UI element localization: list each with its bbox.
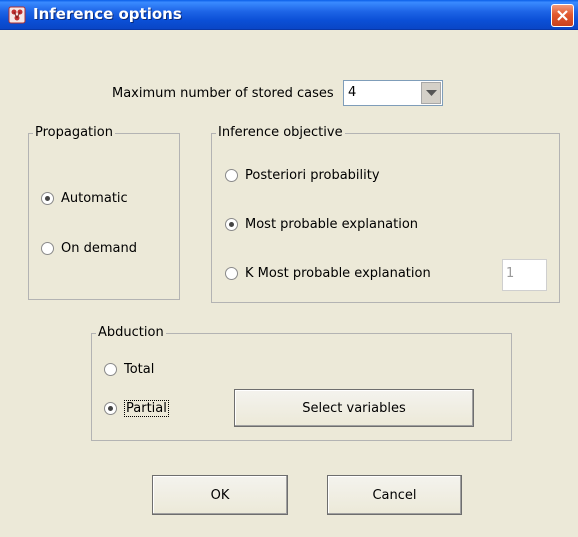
radio-partial-label: Partial <box>124 400 169 417</box>
radio-button[interactable] <box>41 242 54 255</box>
radio-automatic[interactable]: Automatic <box>41 191 128 206</box>
radio-button[interactable] <box>225 267 238 280</box>
k-value-input[interactable]: 1 <box>502 259 547 291</box>
title-bar[interactable]: Inference options <box>0 0 578 30</box>
propagation-group: Propagation <box>28 125 180 300</box>
radio-total-label: Total <box>124 362 155 377</box>
radio-button[interactable] <box>104 363 117 376</box>
close-button[interactable] <box>551 4 574 27</box>
radio-button[interactable] <box>225 169 238 182</box>
radio-automatic-label: Automatic <box>61 191 128 206</box>
radio-total[interactable]: Total <box>104 362 154 377</box>
stored-cases-label: Maximum number of stored cases <box>112 86 334 101</box>
radio-on-demand[interactable]: On demand <box>41 241 137 256</box>
propagation-title: Propagation <box>33 125 115 140</box>
radio-mpe-label: Most probable explanation <box>245 217 419 232</box>
chevron-down-icon <box>426 90 437 96</box>
dropdown-button[interactable] <box>421 82 441 104</box>
radio-k-most-probable-explanation[interactable]: K Most probable explanation <box>225 266 431 281</box>
stored-cases-value: 4 <box>348 85 357 100</box>
radio-button[interactable] <box>104 402 117 415</box>
radio-posteriori-probability[interactable]: Posteriori probability <box>225 168 380 183</box>
window-title: Inference options <box>33 5 182 23</box>
inference-options-dialog: Inference options Maximum number of stor… <box>0 0 578 537</box>
radio-most-probable-explanation[interactable]: Most probable explanation <box>225 217 418 232</box>
inference-objective-title: Inference objective <box>216 125 345 140</box>
stored-cases-select[interactable]: 4 <box>343 80 443 106</box>
radio-button[interactable] <box>41 192 54 205</box>
close-icon <box>557 10 568 21</box>
cancel-button[interactable]: Cancel <box>327 475 462 515</box>
radio-partial[interactable]: Partial <box>104 400 169 417</box>
ok-button[interactable]: OK <box>152 475 288 515</box>
select-variables-button[interactable]: Select variables <box>234 389 474 427</box>
abduction-title: Abduction <box>96 325 166 340</box>
radio-posteriori-label: Posteriori probability <box>245 168 380 183</box>
app-icon <box>8 6 26 24</box>
radio-on-demand-label: On demand <box>61 241 137 256</box>
radio-button[interactable] <box>225 218 238 231</box>
radio-k-mpe-label: K Most probable explanation <box>245 266 431 281</box>
